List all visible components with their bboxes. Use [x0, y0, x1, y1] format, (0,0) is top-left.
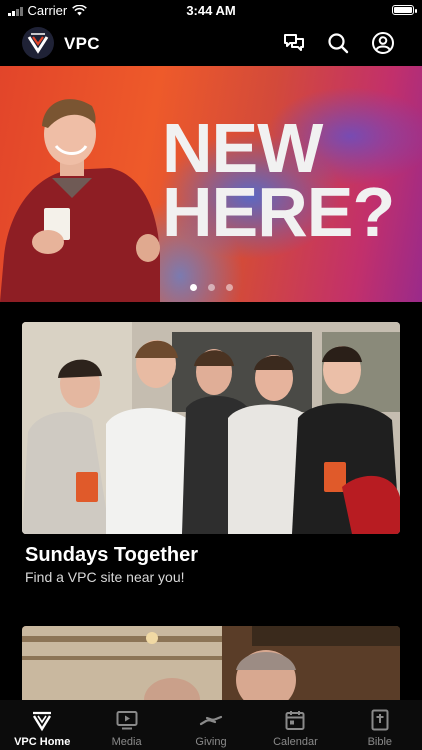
chat-icon[interactable]: [282, 31, 306, 55]
tab-vpc-home[interactable]: VPC Home: [0, 700, 84, 750]
nav-bar: VPC: [0, 22, 422, 66]
tab-label: Calendar: [273, 736, 318, 748]
app-screen: Carrier 3:44 AM VPC NEW HERE? Sundays To…: [0, 0, 422, 750]
tab-calendar[interactable]: Calendar: [253, 700, 337, 750]
brand-title: VPC: [64, 34, 100, 53]
tab-media[interactable]: Media: [84, 700, 168, 750]
second-card-photo: [22, 626, 400, 706]
tab-giving[interactable]: Giving: [169, 700, 253, 750]
tab-label: Bible: [367, 736, 393, 748]
bible-icon: [371, 709, 389, 731]
hero-banner[interactable]: NEW HERE?: [0, 66, 422, 302]
tab-label: VPC Home: [14, 736, 71, 748]
profile-icon[interactable]: [371, 31, 395, 55]
giving-icon: [199, 715, 223, 726]
second-card-image[interactable]: [22, 626, 400, 706]
carousel-dot-1[interactable]: [189, 284, 197, 291]
tab-label: Media: [111, 736, 142, 748]
hero-headline: NEW HERE?: [162, 109, 395, 251]
group-photo: [22, 322, 400, 534]
hero-headline-line2: HERE?: [162, 173, 395, 251]
media-icon: [116, 711, 138, 730]
calendar-icon: [285, 711, 305, 730]
battery-icon: [392, 5, 417, 15]
vpc-logo-icon: [33, 711, 52, 732]
tab-label: Giving: [195, 736, 227, 748]
vpc-logo-icon[interactable]: [22, 27, 54, 59]
tab-bar: VPC Home Media Giving Calendar Bible: [0, 700, 422, 750]
tab-bible[interactable]: Bible: [338, 700, 422, 750]
carousel-dot-3[interactable]: [225, 284, 233, 291]
featured-card-image[interactable]: [22, 322, 400, 534]
status-time: 3:44 AM: [186, 3, 236, 18]
search-icon[interactable]: [326, 31, 350, 55]
featured-card-title[interactable]: Sundays Together: [25, 544, 198, 567]
featured-card-subtitle: Find a VPC site near you!: [25, 569, 185, 585]
status-bar: Carrier 3:44 AM: [0, 0, 422, 22]
hero-headline-line1: NEW: [162, 109, 323, 187]
carousel-dots: [0, 284, 422, 291]
carousel-dot-2[interactable]: [207, 284, 215, 291]
